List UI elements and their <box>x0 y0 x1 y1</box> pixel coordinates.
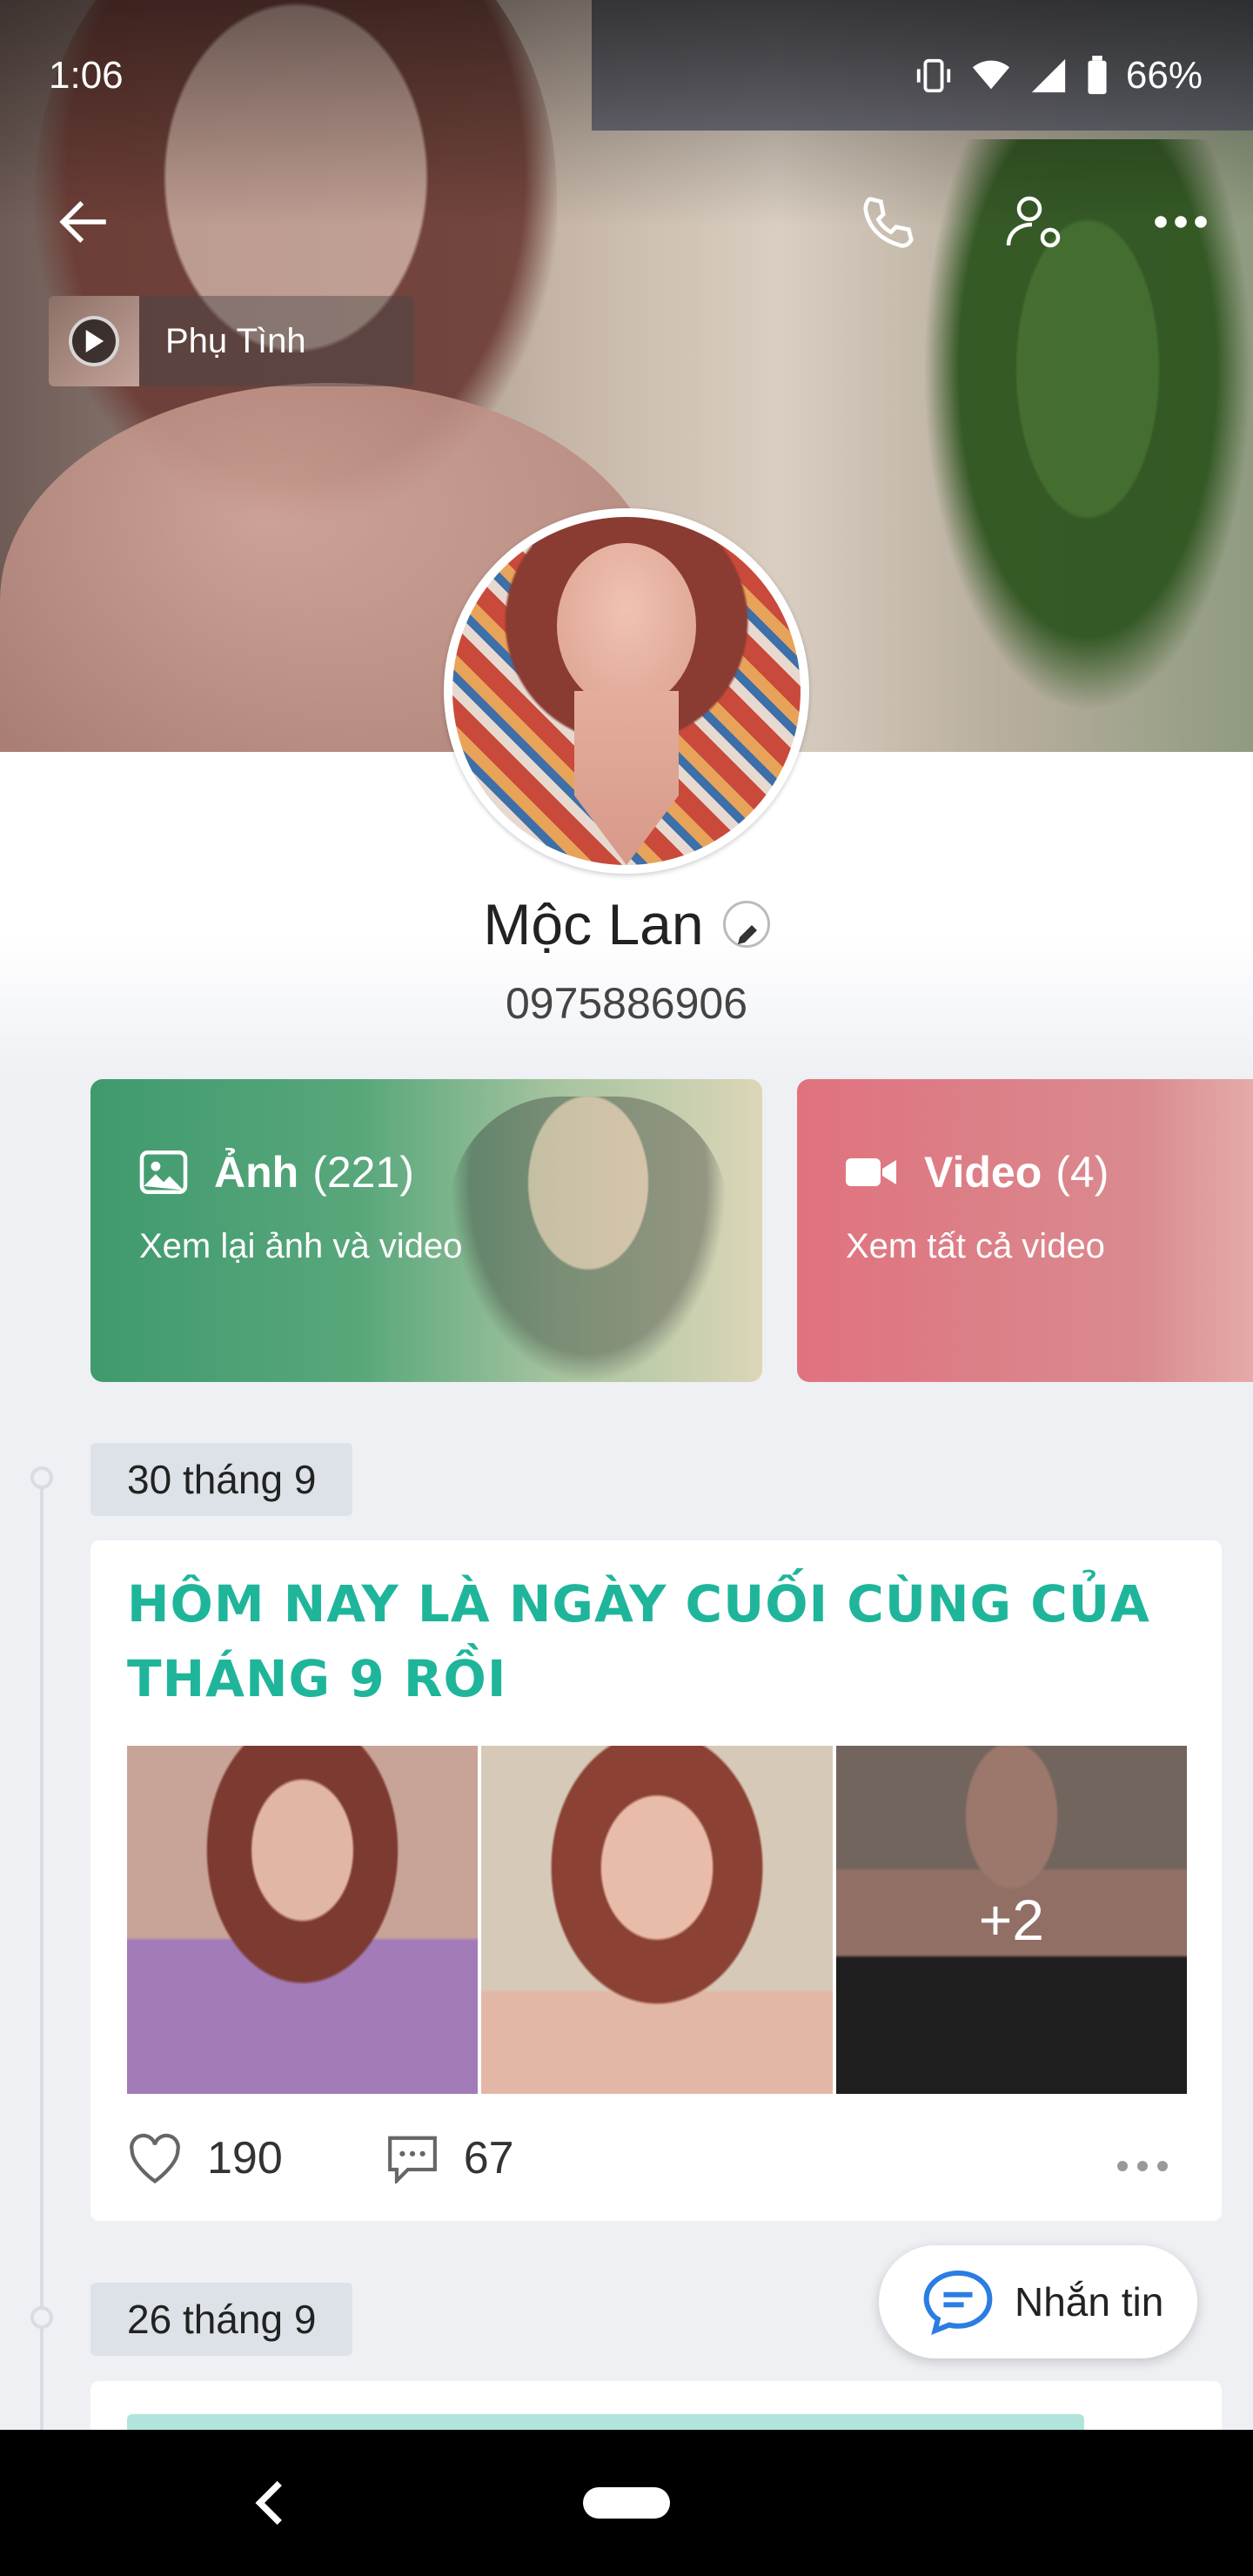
play-icon <box>69 316 119 366</box>
back-arrow-icon <box>59 201 106 243</box>
videos-card-subtitle: Xem tất cả video <box>846 1227 1105 1265</box>
more-icon <box>1155 216 1207 228</box>
photos-card[interactable]: Ảnh (221) Xem lại ảnh và video <box>90 1079 762 1382</box>
send-message-button[interactable]: Nhắn tin <box>879 2245 1197 2358</box>
profile-phone: 0975886906 <box>505 979 748 1028</box>
more-photos-count: +2 <box>835 1746 1187 2094</box>
post-photo[interactable] <box>481 1746 833 2094</box>
back-button[interactable] <box>45 183 124 261</box>
profile-name: Mộc Lan <box>483 892 704 956</box>
profile-avatar[interactable] <box>444 508 809 874</box>
chat-icon <box>923 2270 993 2336</box>
profile-music-chip[interactable]: Phụ Tình <box>49 296 414 386</box>
timeline-dot <box>30 1466 53 1489</box>
video-camera-icon <box>846 1158 896 1186</box>
edit-name-button[interactable] <box>722 900 770 948</box>
post-photo[interactable] <box>127 1746 479 2094</box>
user-settings-icon <box>1006 196 1061 248</box>
post-actions: 190 67 <box>127 2115 1187 2202</box>
more-icon <box>1117 2161 1168 2171</box>
timeline-post[interactable]: HÔM NAY LÀ NGÀY CUỐI CÙNG CỦA THÁNG 9 RỒ… <box>90 1540 1222 2221</box>
system-home-button[interactable] <box>583 2487 670 2519</box>
pencil-icon <box>737 924 757 944</box>
photos-card-subtitle: Xem lại ảnh và video <box>139 1227 463 1265</box>
image-icon <box>139 1150 188 1194</box>
signal-icon <box>1031 58 1066 93</box>
status-time: 1:06 <box>49 54 124 97</box>
system-nav-bar <box>0 2430 1253 2576</box>
post-date-chip: 26 tháng 9 <box>90 2283 353 2356</box>
comment-icon <box>387 2136 437 2184</box>
post-photo[interactable]: +2 <box>835 1746 1187 2094</box>
like-count: 190 <box>207 2133 283 2184</box>
status-bar: 1:06 66% <box>0 0 1253 148</box>
phone-icon <box>863 197 914 248</box>
next-post-peek[interactable] <box>90 2381 1222 2433</box>
music-thumbnail <box>49 296 139 386</box>
videos-card[interactable]: Video (4) Xem tất cả video <box>797 1079 1253 1382</box>
post-date-chip: 30 tháng 9 <box>90 1443 353 1516</box>
battery-icon <box>1088 56 1107 95</box>
chevron-left-icon <box>255 2480 282 2526</box>
call-button[interactable] <box>849 183 928 261</box>
photos-card-title: Ảnh (221) <box>139 1147 414 1197</box>
avatar-image <box>452 517 801 865</box>
system-back-button[interactable] <box>252 2477 287 2533</box>
status-right: 66% <box>914 54 1203 97</box>
send-message-label: Nhắn tin <box>1015 2279 1164 2324</box>
timeline-line <box>40 1479 44 2576</box>
like-button[interactable]: 190 <box>127 2132 283 2184</box>
profile-settings-button[interactable] <box>995 183 1074 261</box>
profile-name-row: Mộc Lan <box>0 891 1253 957</box>
avatar-neck-shape <box>574 691 679 865</box>
post-photo-grid: +2 <box>127 1746 1187 2094</box>
videos-card-label: Video <box>924 1148 1042 1197</box>
photos-card-bg-image <box>449 1097 727 1382</box>
comment-button[interactable]: 67 <box>385 2132 514 2184</box>
heart-icon <box>130 2133 180 2184</box>
music-title: Phụ Tình <box>165 321 306 360</box>
videos-card-count: (4) <box>1055 1148 1109 1197</box>
comment-count: 67 <box>463 2133 514 2184</box>
videos-card-title: Video (4) <box>846 1147 1109 1197</box>
more-options-button[interactable] <box>1142 183 1220 261</box>
photos-card-label: Ảnh <box>214 1148 299 1197</box>
timeline-dot <box>30 2306 53 2329</box>
battery-percent: 66% <box>1125 54 1203 97</box>
wifi-icon <box>972 60 1010 90</box>
post-title: HÔM NAY LÀ NGÀY CUỐI CÙNG CỦA THÁNG 9 RỒ… <box>127 1574 1150 1708</box>
vibrate-icon <box>916 58 951 93</box>
photos-card-count: (221) <box>312 1148 414 1197</box>
post-more-button[interactable] <box>1116 2132 1169 2184</box>
avatar-face-shape <box>557 543 696 708</box>
